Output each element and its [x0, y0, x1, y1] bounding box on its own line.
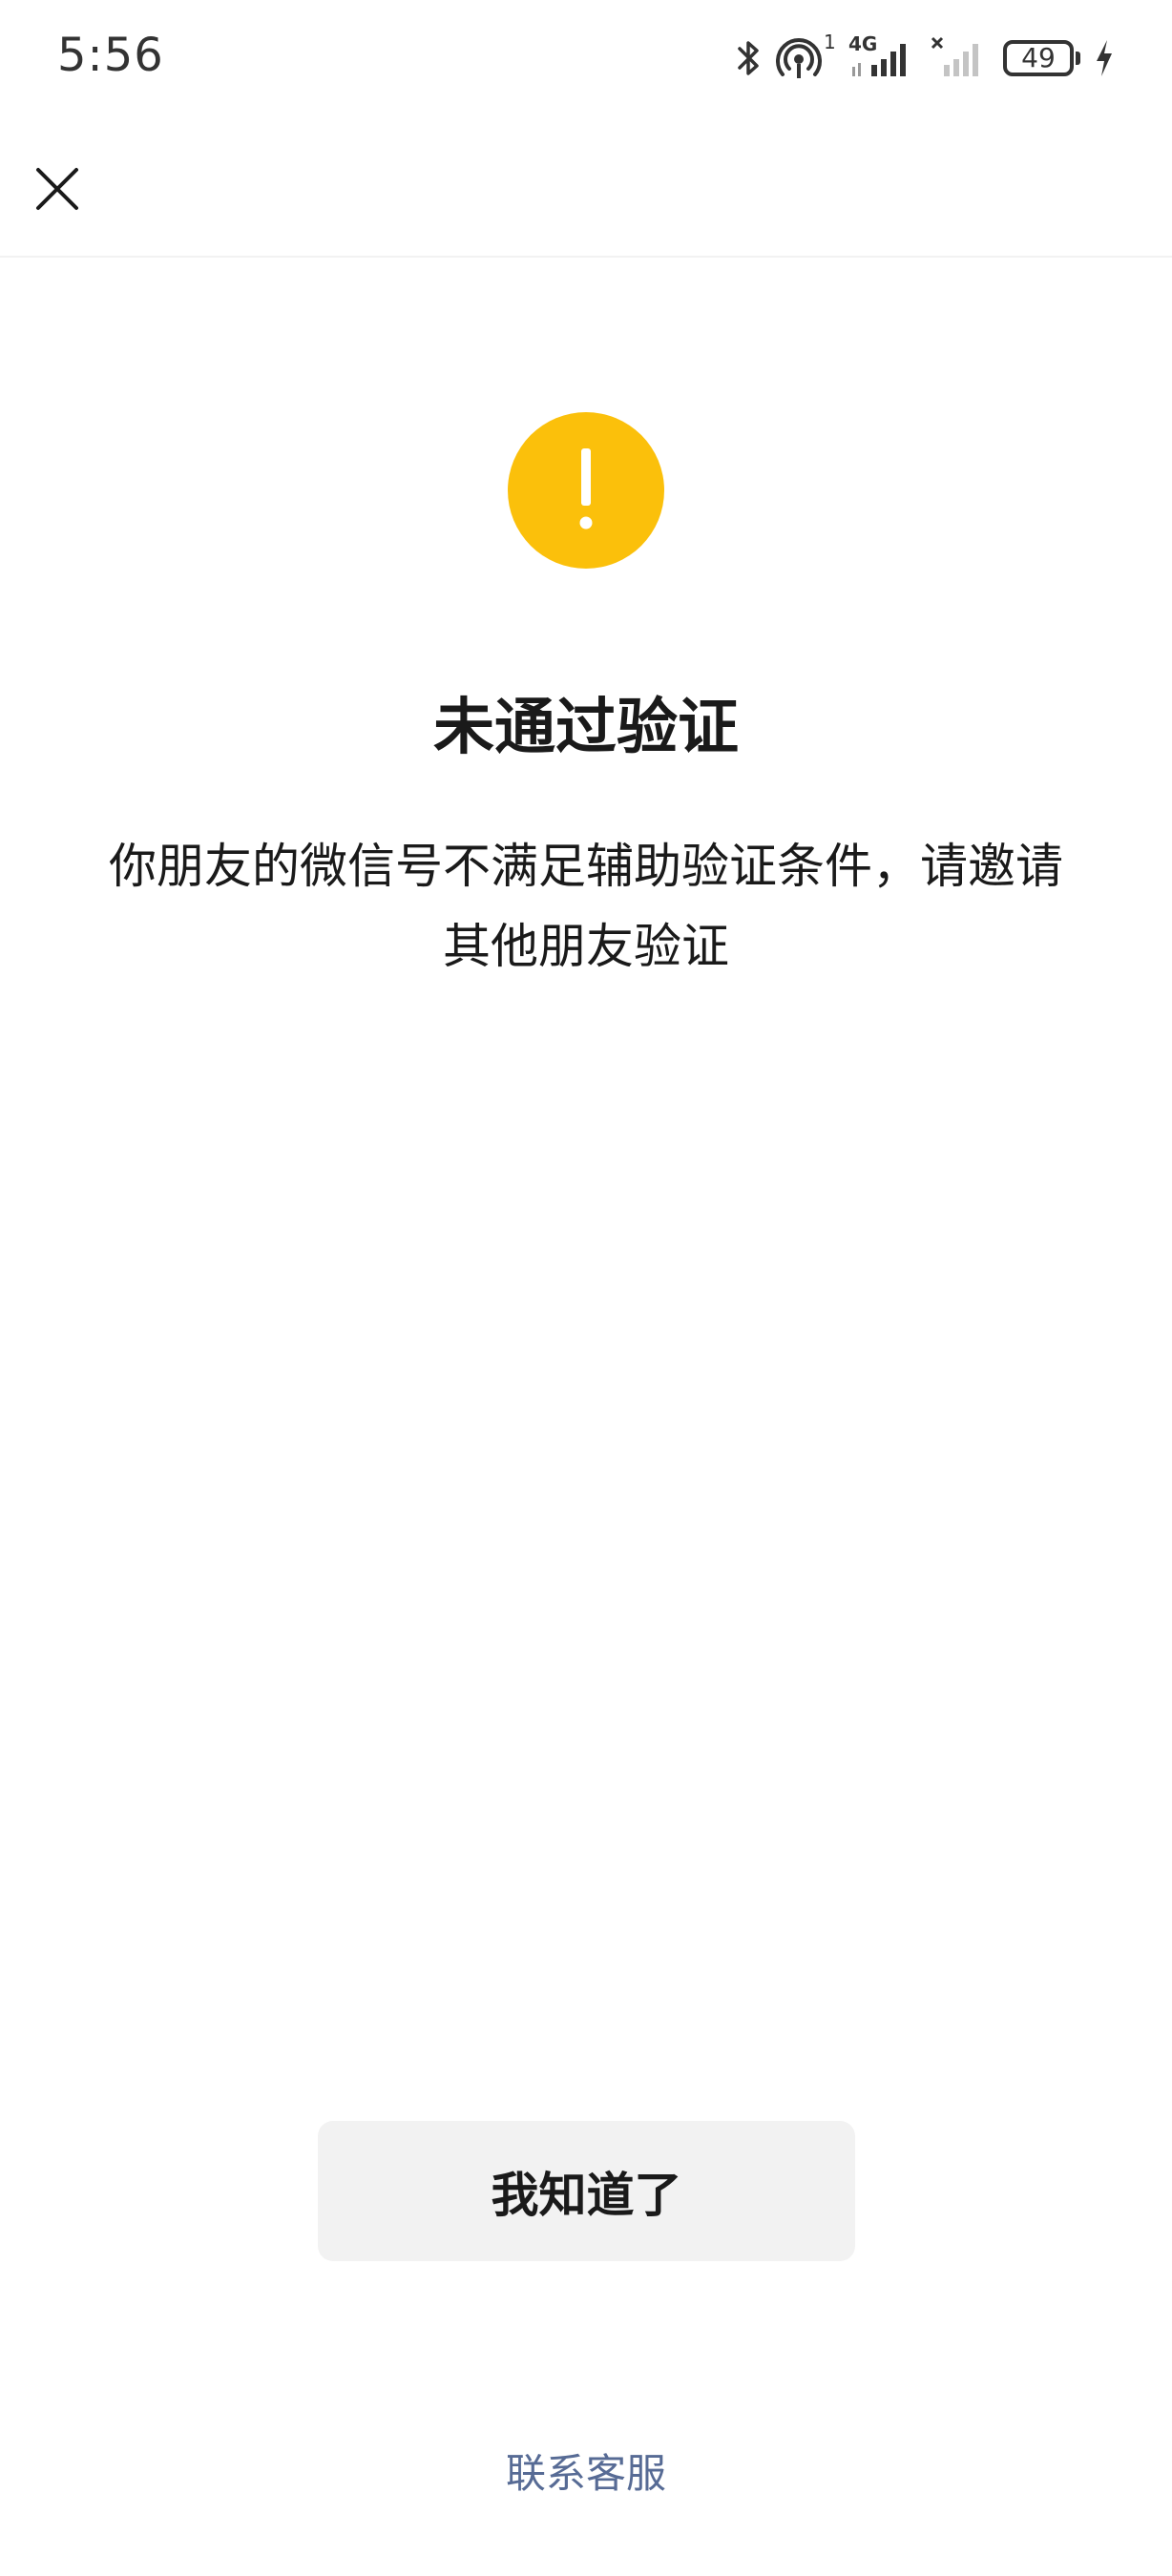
battery-nub — [1076, 52, 1080, 65]
bluetooth-icon — [736, 37, 763, 79]
exclamation-mark — [579, 448, 593, 530]
status-time: 5:56 — [57, 29, 164, 82]
page-description: 你朋友的微信号不满足辅助验证条件，请邀请其他朋友验证 — [109, 839, 1063, 974]
nav-bar — [0, 119, 1172, 258]
warning-icon — [508, 412, 664, 569]
status-icons: 1 4G 49 — [736, 31, 1115, 82]
hotspot-count: 1 — [824, 31, 836, 53]
charging-icon — [1094, 38, 1115, 78]
status-bar: 5:56 1 4G 49 — [0, 0, 1172, 119]
close-icon — [36, 168, 78, 210]
contact-support-link[interactable]: 联系客服 — [0, 2441, 1172, 2507]
page-title: 未通过验证 — [433, 693, 739, 763]
acknowledge-button[interactable]: 我知道了 — [318, 2121, 855, 2261]
battery-icon: 49 — [1003, 40, 1080, 76]
battery-level: 49 — [1021, 42, 1056, 73]
hotspot-icon: 1 — [776, 31, 836, 80]
no-sim-signal-icon — [931, 36, 990, 80]
battery-body: 49 — [1003, 40, 1074, 76]
close-button[interactable] — [27, 158, 88, 219]
signal-icon: 4G — [848, 32, 917, 80]
